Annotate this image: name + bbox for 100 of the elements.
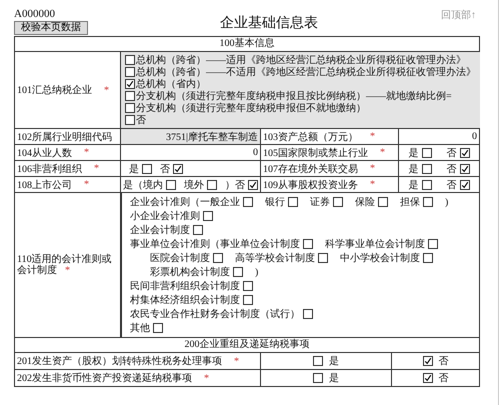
required-mark: * <box>370 131 375 142</box>
option-label: 科学事业单位会计制度 <box>325 238 425 251</box>
option-label: 总机构（省内） <box>136 78 206 90</box>
section-header: 200企业重组及递延纳税事项 <box>15 338 479 353</box>
option-label: 否 <box>438 355 448 368</box>
field-label: 101汇总纳税企业 <box>17 84 92 97</box>
checkbox[interactable] <box>243 295 253 305</box>
required-mark: * <box>380 147 385 158</box>
required-mark: * <box>94 163 99 174</box>
option-label: ) <box>255 266 258 278</box>
option-label: 彩票机构会计制度 <box>150 266 230 279</box>
option-label: 企业会计准则（一般企业 <box>130 196 240 209</box>
checkbox[interactable] <box>378 197 388 207</box>
field-label: 108上市公司 <box>17 178 72 192</box>
field-label: 109从事股权投资业务 <box>263 178 358 192</box>
checkbox[interactable] <box>125 55 135 65</box>
form-code: A000000 <box>14 8 55 20</box>
checkbox[interactable] <box>153 323 163 333</box>
checkbox[interactable] <box>422 164 432 174</box>
checkbox[interactable] <box>243 197 253 207</box>
field-label: 107存在境外关联交易 <box>263 162 358 176</box>
checkbox[interactable] <box>422 356 432 366</box>
required-mark: * <box>234 356 239 366</box>
option-label: 是（境内 <box>123 178 163 192</box>
checkbox[interactable] <box>125 115 135 125</box>
checkbox[interactable] <box>173 164 183 174</box>
option-label: 否 <box>446 146 456 160</box>
option-label: 事业单位会计准则（事业单位会计制度 <box>130 238 300 251</box>
field-label: 106非营利组织 <box>17 162 82 176</box>
option-label: 否 <box>160 162 170 176</box>
option-label: 否 <box>446 178 456 192</box>
checkbox[interactable] <box>333 197 343 207</box>
option-label: 否 <box>446 162 456 176</box>
option-label: 是 <box>329 355 339 368</box>
checkbox[interactable] <box>428 239 438 249</box>
option-label: 农民专业合作社财务会计制度（试行） <box>130 308 300 321</box>
option-label: ) <box>445 196 448 208</box>
option-label: 担保 <box>400 196 420 209</box>
option-label: 企业会计制度 <box>130 224 190 237</box>
checkbox[interactable] <box>313 373 323 383</box>
checkbox[interactable] <box>318 253 328 263</box>
option-label: 高等学校会计制度 <box>235 252 315 265</box>
option-label: 中小学校会计制度 <box>340 252 420 265</box>
option-label: 保险 <box>355 196 375 209</box>
required-mark: * <box>204 372 209 384</box>
option-label: 证券 <box>310 196 330 209</box>
checkbox[interactable] <box>460 180 470 190</box>
field-label: 105国家限制或禁止行业 <box>263 146 368 160</box>
checkbox[interactable] <box>248 180 258 190</box>
option-label: 是 <box>329 372 339 385</box>
field-value: 3751|摩托车整车制造 <box>166 130 258 144</box>
option-label: 村集体经济组织会计制度 <box>130 294 240 307</box>
option-label: 分支机构（须进行完整年度纳税申报但不就地缴纳） <box>136 102 366 115</box>
validate-button[interactable]: 校验本页数据 <box>14 21 88 35</box>
option-label: 是 <box>408 162 418 176</box>
required-mark: * <box>84 179 89 190</box>
checkbox[interactable] <box>213 253 223 263</box>
checkbox[interactable] <box>303 309 313 319</box>
checkbox[interactable] <box>460 148 470 158</box>
checkbox[interactable] <box>422 148 432 158</box>
checkbox[interactable] <box>233 267 243 277</box>
checkbox[interactable] <box>193 225 203 235</box>
checkbox[interactable] <box>203 211 213 221</box>
field-label: 102所属行业明细代码 <box>17 130 112 144</box>
option-label: 小企业会计准则 <box>130 210 200 223</box>
checkbox[interactable] <box>288 197 298 207</box>
field-label: 104从业人数 <box>17 146 72 160</box>
option-label: 否 <box>438 372 448 385</box>
checkbox[interactable] <box>125 79 135 89</box>
option-label: 总机构（跨省）——适用《跨地区经营汇总纳税企业所得税征收管理办法》 <box>136 54 466 66</box>
option-label: 是 <box>408 146 418 160</box>
option-label: 医院会计制度 <box>150 252 210 265</box>
checkbox[interactable] <box>422 180 432 190</box>
checkbox[interactable] <box>125 103 135 113</box>
option-label: 银行 <box>265 196 285 209</box>
checkbox[interactable] <box>166 180 176 190</box>
checkbox[interactable] <box>142 164 152 174</box>
required-mark: * <box>370 163 375 174</box>
checkbox[interactable] <box>125 91 135 101</box>
option-label: ）否 <box>225 178 245 192</box>
field-label: 110适用的会计准则或会计制度 * <box>17 254 113 276</box>
checkbox[interactable] <box>303 239 313 249</box>
option-label: 总机构（跨省）——不适用《跨地区经营汇总纳税企业所得税征收管理办法》 <box>136 66 476 78</box>
checkbox[interactable] <box>125 67 135 77</box>
option-label: 民间非营利组织会计制度 <box>130 280 240 293</box>
checkbox[interactable] <box>422 373 432 383</box>
field-label: 201发生资产（股权）划转特殊性税务处理事项 <box>17 354 222 368</box>
option-label: 其他 <box>130 322 150 335</box>
checkbox[interactable] <box>243 281 253 291</box>
field-value: 0 <box>472 131 477 142</box>
required-mark: * <box>84 147 89 158</box>
option-label: 境外 <box>184 178 204 192</box>
checkbox[interactable] <box>423 197 433 207</box>
checkbox[interactable] <box>313 356 323 366</box>
checkbox[interactable] <box>423 253 433 263</box>
option-label: 是 <box>408 178 418 192</box>
field-value: 0 <box>253 147 258 158</box>
checkbox[interactable] <box>207 180 217 190</box>
checkbox[interactable] <box>460 164 470 174</box>
form-title: 企业基础信息表 <box>220 14 318 32</box>
